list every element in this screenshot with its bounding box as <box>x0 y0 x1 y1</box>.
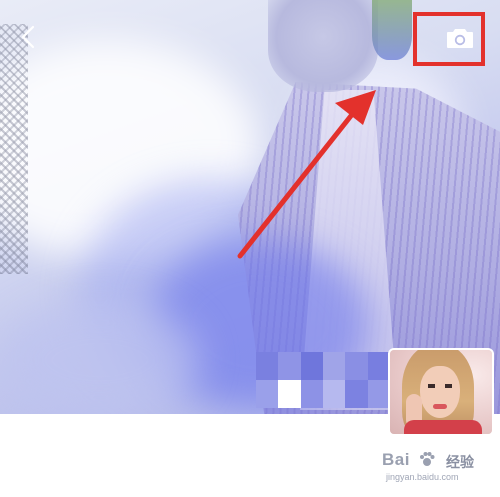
back-button[interactable] <box>14 22 42 52</box>
baidu-jingyan-watermark: Bai 经验 jingyan.baidu.com <box>382 450 494 490</box>
profile-avatar[interactable] <box>388 348 494 436</box>
cover-person-head <box>268 0 378 92</box>
watermark-url: jingyan.baidu.com <box>386 472 459 482</box>
watermark-brand: Bai <box>382 450 410 469</box>
paw-icon <box>420 452 435 466</box>
annotation-highlight-box <box>413 12 485 66</box>
chevron-left-icon <box>21 25 35 49</box>
cover-haze <box>0 300 200 414</box>
mosaic-blur <box>256 352 390 408</box>
watermark-suffix: 经验 <box>446 454 474 470</box>
cover-tower <box>0 24 28 274</box>
cover-person-hair <box>372 0 412 60</box>
